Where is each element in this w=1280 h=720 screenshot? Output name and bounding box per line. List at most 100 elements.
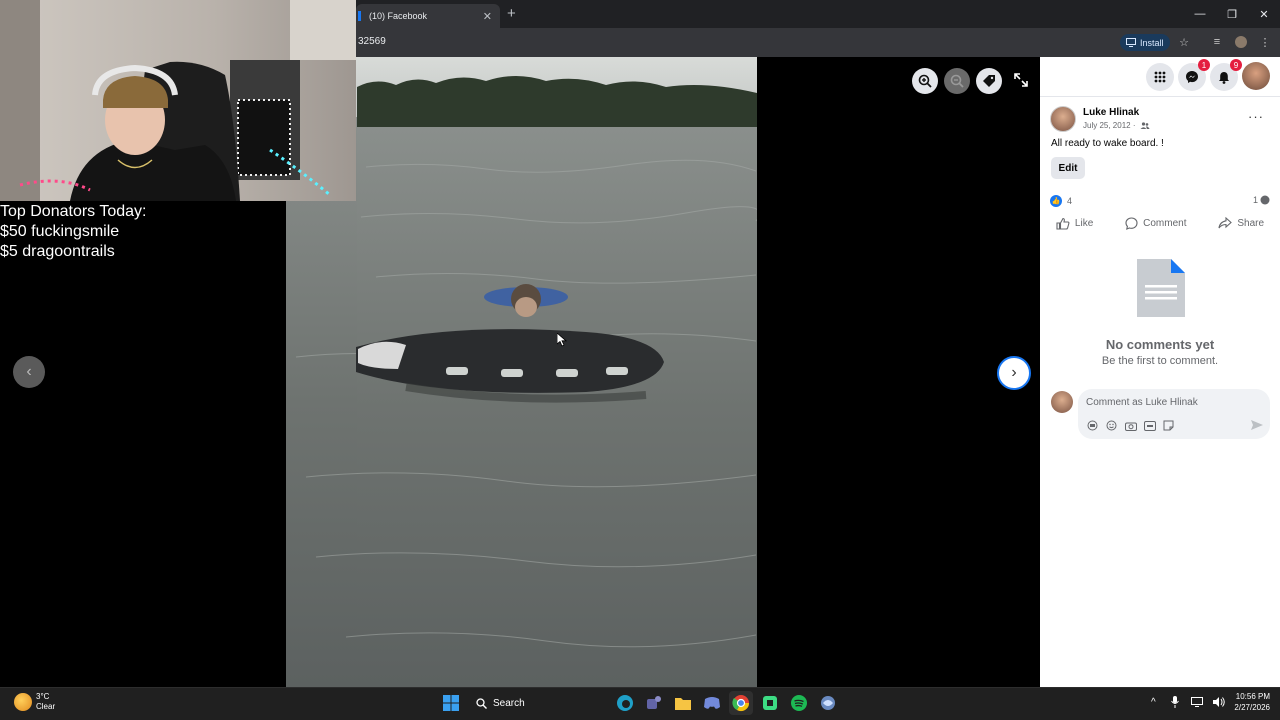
chevron-left-icon: ‹	[26, 363, 32, 380]
like-button[interactable]: Like	[1056, 213, 1093, 233]
share-button[interactable]: Share	[1218, 213, 1264, 233]
bookmark-star-icon[interactable]: ☆	[1176, 34, 1192, 50]
mouse-cursor-icon	[557, 333, 567, 347]
comment-count: 1	[1252, 195, 1258, 205]
minimize-button[interactable]: —	[1184, 0, 1216, 28]
chevron-right-icon: ›	[1011, 364, 1017, 381]
teams-app-icon[interactable]	[642, 691, 666, 715]
comment-button[interactable]: Comment	[1125, 213, 1187, 233]
display-icon[interactable]	[1190, 695, 1204, 709]
no-comments-subtitle: Be the first to comment.	[1101, 355, 1219, 367]
facebook-top-nav: 1 9	[1040, 57, 1280, 97]
browser-menu-icon[interactable]: ⋮	[1257, 34, 1273, 50]
post-details-panel: 1 9 Luke Hlinak July 25, 2012 · ··· All …	[1040, 57, 1280, 687]
spotify-app-icon[interactable]	[787, 691, 811, 715]
window-controls: — ❐ ✕	[1184, 0, 1280, 28]
system-clock[interactable]: 10:56 PM 2/27/2026	[1234, 691, 1270, 713]
post-options-button[interactable]: ···	[1248, 109, 1264, 124]
search-label: Search	[493, 697, 525, 709]
install-icon	[1126, 38, 1136, 47]
app-icon[interactable]	[816, 691, 840, 715]
file-explorer-icon[interactable]	[671, 691, 695, 715]
tab-title: (10) Facebook	[369, 11, 428, 21]
donators-title: Top Donators Today:	[0, 203, 147, 220]
url-text[interactable]: 32569	[358, 36, 386, 47]
grid-menu-icon	[1154, 71, 1166, 83]
fullscreen-icon[interactable]	[1012, 71, 1030, 89]
volume-icon[interactable]	[1212, 695, 1226, 709]
no-comments-document-icon	[1137, 259, 1185, 317]
tab-close-icon[interactable]: ✕	[483, 10, 492, 23]
comment-label: Comment	[1143, 217, 1187, 229]
sticker-icon[interactable]	[1162, 419, 1175, 432]
moon-weather-icon	[14, 693, 32, 711]
taskbar-search[interactable]: Search	[468, 691, 608, 715]
windows-icon	[443, 695, 459, 711]
commenter-avatar	[1051, 391, 1073, 413]
clock-date: 2/27/2026	[1234, 703, 1270, 712]
tag-icon	[983, 75, 995, 87]
bell-icon	[1219, 71, 1229, 84]
start-button[interactable]	[439, 691, 463, 715]
microphone-icon[interactable]	[1168, 695, 1182, 709]
send-icon[interactable]	[1250, 418, 1264, 432]
next-photo-button[interactable]: ›	[997, 356, 1031, 390]
post-date-text: July 25, 2012 ·	[1083, 121, 1136, 130]
lake-photo	[286, 57, 757, 687]
post-caption: All ready to wake board. !	[1051, 138, 1164, 149]
tab-search-icon[interactable]: ≡	[1209, 34, 1225, 50]
browser-tab-facebook[interactable]: (10) Facebook ✕	[356, 4, 500, 28]
edit-post-button[interactable]: Edit	[1051, 157, 1085, 179]
comment-tools	[1086, 419, 1175, 432]
comment-input[interactable]	[1086, 395, 1262, 409]
edge-app-icon[interactable]	[613, 691, 637, 715]
comment-count-link[interactable]: 1	[1253, 195, 1270, 205]
webcam-overlay	[0, 0, 356, 201]
top-donators-overlay: Top Donators Today: $50 fuckingsmile $5 …	[0, 202, 286, 262]
author-name[interactable]: Luke Hlinak	[1083, 107, 1139, 118]
menu-grid-button[interactable]	[1146, 63, 1174, 91]
chrome-app-icon[interactable]	[729, 691, 753, 715]
weather-widget[interactable]: 3°C Clear	[14, 692, 55, 712]
profile-icon[interactable]	[1233, 34, 1249, 50]
friends-privacy-icon	[1140, 122, 1150, 129]
messenger-button[interactable]: 1	[1178, 59, 1210, 91]
gif-icon[interactable]	[1143, 419, 1156, 432]
system-tray: ^ 10:56 PM 2/27/2026	[1146, 691, 1270, 713]
emoji-icon[interactable]	[1105, 419, 1118, 432]
post-date[interactable]: July 25, 2012 ·	[1083, 121, 1150, 130]
discord-app-icon[interactable]	[700, 691, 724, 715]
clock-time: 10:56 PM	[1235, 692, 1270, 701]
author-avatar[interactable]	[1050, 106, 1076, 132]
comment-bubble-icon	[1260, 195, 1270, 205]
zoom-in-button[interactable]	[912, 68, 938, 94]
weather-condition: Clear	[36, 702, 56, 711]
tag-photo-button[interactable]	[976, 68, 1002, 94]
zoom-out-icon	[950, 74, 964, 88]
install-app-button[interactable]: Install	[1120, 34, 1170, 51]
share-icon	[1218, 217, 1233, 229]
reaction-summary[interactable]: 👍 4	[1050, 195, 1072, 207]
camera-icon[interactable]	[1124, 419, 1137, 432]
weather-temp: 3°C	[36, 692, 50, 701]
zoom-out-button[interactable]	[944, 68, 970, 94]
green-app-icon[interactable]	[758, 691, 782, 715]
chevron-up-icon[interactable]: ^	[1146, 695, 1160, 709]
share-label: Share	[1237, 217, 1265, 229]
previous-photo-button[interactable]: ‹	[13, 356, 45, 388]
account-avatar[interactable]	[1242, 62, 1270, 90]
new-tab-button[interactable]: +	[507, 5, 516, 22]
install-label: Install	[1140, 37, 1164, 48]
avatar-sticker-icon[interactable]	[1086, 419, 1099, 432]
donator-entry: $5 dragoontrails	[0, 243, 115, 260]
messenger-badge: 1	[1198, 59, 1210, 71]
comment-icon	[1125, 216, 1138, 230]
notifications-button[interactable]: 9	[1210, 59, 1242, 91]
screen: (10) Facebook ✕ + — ❐ ✕ 32569 Install ☆ …	[0, 0, 1280, 720]
weather-text: 3°C Clear	[36, 692, 55, 712]
close-window-button[interactable]: ✕	[1248, 0, 1280, 28]
post-actions: Like Comment Share	[1040, 213, 1280, 233]
restore-button[interactable]: ❐	[1216, 0, 1248, 28]
like-reaction-icon: 👍	[1050, 195, 1062, 207]
comment-composer	[1078, 389, 1270, 439]
